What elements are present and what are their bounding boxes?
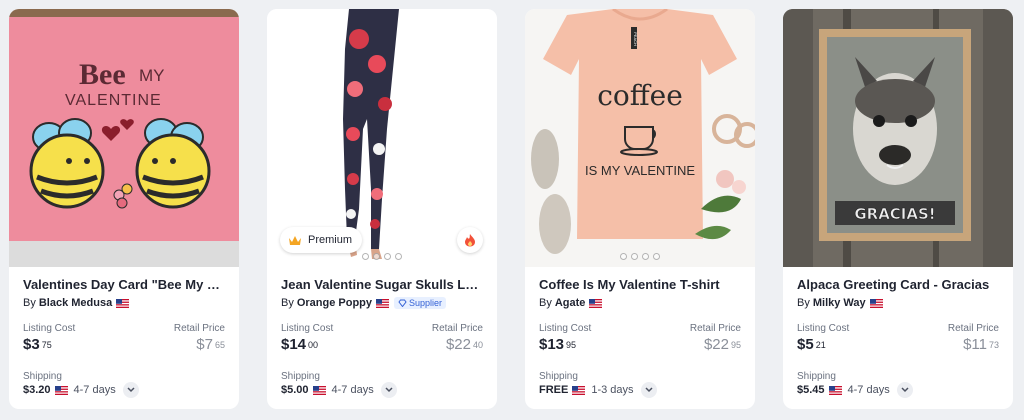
shipping-label: Shipping: [281, 371, 320, 382]
premium-label: Premium: [308, 234, 353, 246]
vendor-name[interactable]: Black Medusa: [39, 297, 112, 309]
by-prefix: By: [797, 297, 810, 309]
chevron-down-icon[interactable]: [380, 382, 397, 398]
retail-price-label: Retail Price: [947, 323, 999, 334]
product-image[interactable]: Bee MY VALENTINE: [9, 9, 239, 267]
shipping-label: Shipping: [539, 371, 578, 382]
vendor-line: By Agate: [539, 297, 603, 309]
retail-price: $22 40: [445, 336, 483, 353]
shipping-cost: FREE: [539, 384, 569, 396]
fire-icon: [457, 227, 483, 253]
retail-price-label: Retail Price: [173, 323, 225, 334]
vendor-line: By Milky Way: [797, 297, 883, 309]
shipping-info: $5.00 4-7 days: [281, 382, 397, 398]
shipping-label: Shipping: [23, 371, 62, 382]
product-card[interactable]: Bee MY VALENTINE Valentines Day Card "Be…: [9, 9, 239, 409]
us-flag-icon: [376, 298, 390, 308]
product-title[interactable]: Valentines Day Card "Bee My Valentine": [23, 277, 227, 292]
diamond-icon: [398, 299, 407, 307]
retail-price: $11 73: [963, 336, 999, 353]
product-card[interactable]: GRACIAS! Alpaca Greeting Card - Gracias …: [783, 9, 1013, 409]
chevron-down-icon[interactable]: [640, 382, 657, 398]
us-flag-icon: [54, 385, 68, 395]
product-title[interactable]: Alpaca Greeting Card - Gracias: [797, 277, 1001, 292]
shipping-info: $5.45 4-7 days: [797, 382, 913, 398]
by-prefix: By: [539, 297, 552, 309]
product-image[interactable]: PEACH coffee IS MY VALENTINE: [525, 9, 755, 267]
crown-icon: [289, 235, 301, 245]
listing-cost: $13 95: [539, 336, 577, 353]
shipping-days: 4-7 days: [331, 384, 374, 396]
listing-cost-label: Listing Cost: [281, 323, 334, 334]
card-text-bee: Bee: [79, 58, 126, 91]
vendor-name[interactable]: Agate: [555, 297, 586, 309]
shipping-info: FREE 1-3 days: [539, 382, 657, 398]
us-flag-icon: [312, 385, 326, 395]
shipping-label: Shipping: [797, 371, 836, 382]
listing-cost: $3 75: [23, 336, 52, 353]
supplier-badge: Supplier: [394, 297, 447, 309]
shirt-text-coffee: coffee: [597, 79, 683, 112]
image-carousel-dots[interactable]: [525, 253, 755, 260]
svg-text:VALENTINE: VALENTINE: [65, 92, 162, 109]
svg-text:IS MY VALENTINE: IS MY VALENTINE: [585, 163, 695, 178]
shipping-days: 4-7 days: [847, 384, 890, 396]
listing-cost-label: Listing Cost: [797, 323, 850, 334]
us-flag-icon: [572, 385, 586, 395]
shipping-cost: $5.45: [797, 384, 825, 396]
by-prefix: By: [23, 297, 36, 309]
us-flag-icon: [869, 298, 883, 308]
vendor-line: By Orange Poppy Supplier: [281, 297, 447, 309]
vendor-name[interactable]: Milky Way: [813, 297, 866, 309]
product-title[interactable]: Jean Valentine Sugar Skulls Leggings: [281, 277, 485, 292]
us-flag-icon: [589, 298, 603, 308]
listing-cost-label: Listing Cost: [23, 323, 76, 334]
product-card[interactable]: PEACH coffee IS MY VALENTINE Coffee Is M…: [525, 9, 755, 409]
product-title[interactable]: Coffee Is My Valentine T-shirt: [539, 277, 743, 292]
shipping-days: 4-7 days: [73, 384, 116, 396]
shipping-info: $3.20 4-7 days: [23, 382, 139, 398]
product-grid: Bee MY VALENTINE Valentines Day Card "Be…: [9, 9, 1024, 409]
svg-text:PEACH: PEACH: [633, 32, 638, 46]
vendor-name[interactable]: Orange Poppy: [297, 297, 372, 309]
us-flag-icon: [828, 385, 842, 395]
product-card[interactable]: Premium Jean Valentine Sugar Skulls Legg…: [267, 9, 497, 409]
shipping-days: 1-3 days: [591, 384, 634, 396]
retail-price-label: Retail Price: [431, 323, 483, 334]
shipping-cost: $3.20: [23, 384, 51, 396]
retail-price-label: Retail Price: [689, 323, 741, 334]
listing-cost: $5 21: [797, 336, 826, 353]
chevron-down-icon[interactable]: [122, 382, 139, 398]
retail-price: $22 95: [703, 336, 741, 353]
us-flag-icon: [116, 298, 130, 308]
listing-cost: $14 00: [281, 336, 319, 353]
card-text-gracias: GRACIAS!: [854, 205, 935, 223]
product-image[interactable]: GRACIAS!: [783, 9, 1013, 267]
shipping-cost: $5.00: [281, 384, 309, 396]
image-carousel-dots[interactable]: [267, 253, 497, 260]
by-prefix: By: [281, 297, 294, 309]
retail-price: $7 65: [196, 336, 225, 353]
chevron-down-icon[interactable]: [896, 382, 913, 398]
listing-cost-label: Listing Cost: [539, 323, 592, 334]
svg-text:MY: MY: [139, 66, 165, 85]
premium-badge: Premium: [280, 227, 363, 253]
vendor-line: By Black Medusa: [23, 297, 130, 309]
